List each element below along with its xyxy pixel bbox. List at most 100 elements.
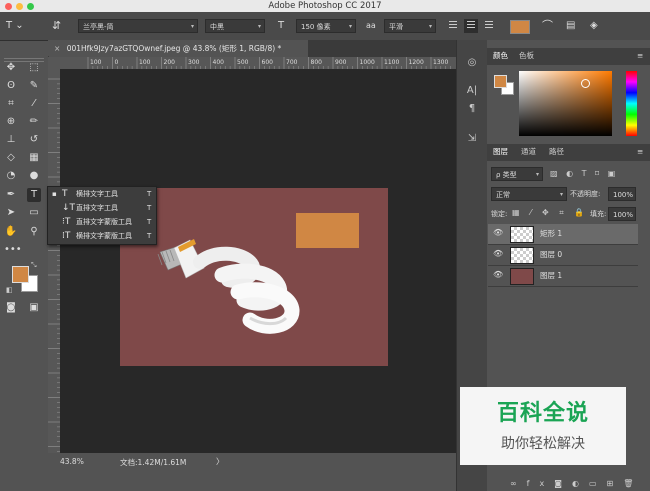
lock-label: 锁定: [491,210,508,218]
antialias-icon: aa [366,21,376,30]
color-picker-cursor[interactable] [581,79,590,88]
trash-icon[interactable]: 🗑 [623,479,643,488]
rectangle-tool-icon[interactable]: ▭ [27,206,41,220]
ruler-label: 500 [237,59,249,66]
history-brush-tool-icon[interactable]: ↺ [27,133,41,147]
pen-tool-icon[interactable]: ✒ [4,188,18,202]
layer-filter-select[interactable]: ρ 类型 ▾ [491,167,543,181]
window-title: Adobe Photoshop CC 2017 [268,1,382,11]
hue-slider[interactable] [626,71,637,136]
quick-mask-icon[interactable]: ◙ [4,301,18,315]
panel-menu-icon[interactable]: ≡ [637,48,643,64]
brush-tool-icon[interactable]: ✏ [27,115,41,129]
tab-document[interactable]: × 001Hfk9Jzy7azGTQOwnef.jpeg @ 43.8% (矩形… [48,40,308,57]
character-panel-icon[interactable]: ▤ [566,20,575,32]
crop-tool-icon[interactable]: ⌗ [4,97,18,111]
paragraph-panel-icon[interactable]: ¶ [465,102,479,116]
lock-icons[interactable]: ▦ ⁄ ✥ ⌗ 🔒 [512,208,588,218]
active-indicator-icon: ▪ [52,190,57,198]
layers-panel-header: 图层 通道 路径 ≡ [487,144,650,161]
warp-text-icon[interactable]: ⌒ [542,20,553,32]
type-tool-icon[interactable]: T [27,188,41,202]
layer-thumbnail [510,247,534,264]
font-family-select[interactable]: 兰亭黑-简 ▾ [78,19,198,33]
marquee-tool-icon[interactable]: ⬚ [27,61,41,75]
antialias-select[interactable]: 平滑 ▾ [384,19,436,33]
zoom-tool-icon[interactable]: ⚲ [27,225,41,239]
screen-mode-icon[interactable]: ▣ [27,301,41,315]
minimize-window-button[interactable] [16,3,23,10]
visibility-eye-icon[interactable]: 👁 [493,228,503,237]
eyedropper-tool-icon[interactable]: ⁄ [27,97,41,111]
visibility-eye-icon[interactable]: 👁 [493,270,503,279]
add-mask-icon[interactable]: ◙ [554,479,572,488]
foreground-color-swatch[interactable] [12,266,29,283]
color-panel-header: 颜色 色板 ≡ [487,48,650,65]
tool-preset-picker[interactable]: T ⌄ [6,20,24,32]
link-layers-icon[interactable]: ∞ [510,479,527,488]
adjustment-layer-icon[interactable]: ◐ [572,479,589,488]
dodge-tool-icon[interactable]: ● [27,169,41,183]
layer-filter-icons[interactable]: ▨ ◐ T ⌑ ▣ [550,169,618,178]
hand-tool-icon[interactable]: ✋ [4,225,18,239]
align-left-button[interactable] [446,19,460,33]
opacity-input[interactable]: 100% [608,187,636,201]
layer-row-rectangle[interactable]: 👁 矩形 1 [488,224,638,245]
more-tools-icon[interactable]: ••• [4,243,22,257]
actions-panel-icon[interactable]: ⇲ [465,132,479,146]
tab-paths[interactable]: 路径 [549,144,564,160]
menu-item-horizontal-type-mask[interactable]: ⁞T 横排文字蒙版工具 T [48,230,156,243]
clone-stamp-tool-icon[interactable]: ⊥ [4,133,18,147]
layers-footer: ∞fx◙◐▭⊞🗑 [510,479,643,488]
tab-layers[interactable]: 图层 [493,144,508,160]
align-right-button[interactable] [482,19,496,33]
layer-row-layer0[interactable]: 👁 图层 0 [488,245,638,266]
menu-item-vertical-type[interactable]: ↓T 直排文字工具 T [48,202,156,215]
text-orientation-toggle-icon[interactable]: ⇵ [52,20,61,32]
layers-panel-menu-icon[interactable]: ≡ [637,144,643,160]
3d-icon[interactable]: ◈ [590,20,598,32]
font-size-icon: 𝖳 [278,20,285,31]
color-picker-field[interactable] [519,71,612,136]
swap-colors-icon[interactable]: ⤡ [31,261,37,270]
zoom-window-button[interactable] [27,3,34,10]
menu-item-vertical-type-mask[interactable]: ⁝T 直排文字蒙版工具 T [48,216,156,229]
new-layer-icon[interactable]: ⊞ [607,479,624,488]
path-selection-tool-icon[interactable]: ➤ [4,206,18,220]
menu-item-horizontal-type[interactable]: ▪ T 横排文字工具 T [48,188,156,201]
tab-channels[interactable]: 通道 [521,144,536,160]
close-tab-icon[interactable]: × [54,44,60,53]
rectangle-shape-layer[interactable] [296,213,359,248]
ruler-label: 0 [115,59,119,66]
new-group-icon[interactable]: ▭ [589,479,607,488]
history-panel-icon[interactable]: ◎ [465,56,479,70]
font-size-select[interactable]: 150 像素 ▾ [296,19,356,33]
blur-tool-icon[interactable]: ◔ [4,169,18,183]
vertical-type-icon: ↓T [62,203,76,213]
layer-row-layer1[interactable]: 👁 图层 1 [488,266,638,287]
close-window-button[interactable] [5,3,12,10]
zoom-level[interactable]: 43.8% [60,457,84,466]
text-color-swatch[interactable] [510,20,530,34]
watermark-subtitle: 助你轻松解决 [501,436,585,452]
font-style-select[interactable]: 中黑 ▾ [205,19,265,33]
watermark-logo: 百科全说 助你轻松解决 [460,387,626,465]
visibility-eye-icon[interactable]: 👁 [493,249,503,258]
status-menu-arrow-icon[interactable]: 〉 [216,456,224,467]
align-center-button[interactable] [464,19,478,33]
default-colors-icon[interactable]: ◧ [6,286,13,294]
character-panel-icon[interactable]: A| [465,84,479,98]
blend-mode-select[interactable]: 正常 ▾ [491,187,567,201]
gradient-tool-icon[interactable]: ▦ [27,151,41,165]
tab-color[interactable]: 颜色 [493,48,508,64]
eraser-tool-icon[interactable]: ◇ [4,151,18,165]
tab-swatches[interactable]: 色板 [519,48,534,64]
lasso-tool-icon[interactable]: ʘ [4,79,18,93]
move-tool-icon[interactable]: ✥ [4,61,18,75]
healing-brush-tool-icon[interactable]: ⊕ [4,115,18,129]
color-panel-foreground-swatch[interactable] [494,75,507,88]
quick-selection-tool-icon[interactable]: ✎ [27,79,41,93]
ruler-label: 1000 [360,59,375,66]
fill-input[interactable]: 100% [608,207,636,221]
fx-icon[interactable]: fx [527,479,555,488]
